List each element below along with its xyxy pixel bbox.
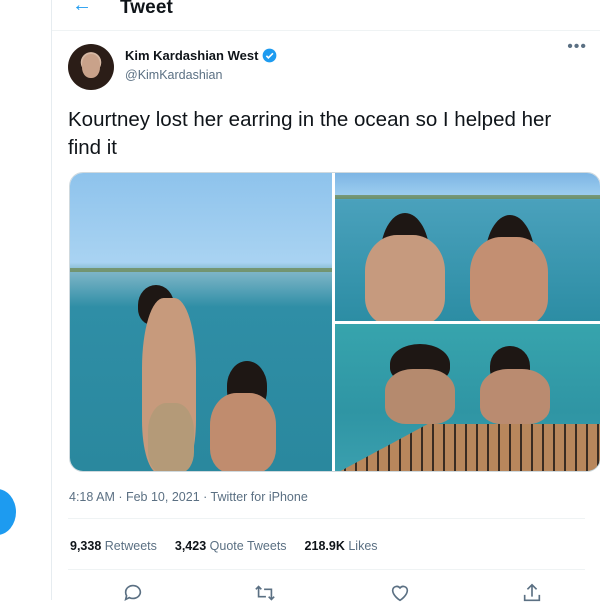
avatar[interactable] <box>68 44 114 90</box>
tweet-timestamp[interactable]: 4:18 AM · Feb 10, 2021 · Twitter for iPh… <box>69 490 308 504</box>
left-sidebar <box>0 0 50 600</box>
quote-tweets-stat[interactable]: 3,423 Quote Tweets <box>175 539 287 553</box>
tweet-photo-1[interactable] <box>70 173 332 471</box>
author-name[interactable]: Kim Kardashian West <box>125 48 258 63</box>
page-header: ← Tweet <box>52 0 600 31</box>
reply-icon[interactable] <box>122 582 144 604</box>
page-title: Tweet <box>120 0 173 18</box>
divider <box>68 518 585 519</box>
compose-tweet-button[interactable] <box>0 489 16 535</box>
figure-right <box>470 237 548 321</box>
tweet-stats: 9,338 Retweets 3,423 Quote Tweets 218.9K… <box>70 539 378 553</box>
divider <box>68 569 585 570</box>
tweet-actions <box>52 582 600 602</box>
tweet-media-grid <box>69 172 600 472</box>
author-name-row: Kim Kardashian West <box>125 48 277 63</box>
shoreline <box>70 268 332 272</box>
verified-badge-icon <box>263 48 277 63</box>
retweets-stat[interactable]: 9,338 Retweets <box>70 539 157 553</box>
avatar-face <box>82 54 100 78</box>
likes-stat[interactable]: 218.9K Likes <box>305 539 378 553</box>
quote-tweets-label: Quote Tweets <box>209 539 287 553</box>
shoreline <box>335 195 600 199</box>
retweets-count: 9,338 <box>70 539 102 553</box>
boat-deck <box>335 424 600 471</box>
figure-right <box>210 393 276 471</box>
more-icon[interactable]: ••• <box>567 38 587 56</box>
back-arrow-icon[interactable]: ← <box>72 0 92 17</box>
retweets-label: Retweets <box>104 539 157 553</box>
tweet-text: Kourtney lost her earring in the ocean s… <box>68 108 552 159</box>
retweet-icon[interactable] <box>254 582 276 604</box>
figure-left <box>385 369 455 424</box>
figure-left <box>365 235 445 321</box>
tweet-detail-column: ← Tweet Kim Kardashian West @KimKardashi… <box>51 0 600 602</box>
author-handle[interactable]: @KimKardashian <box>125 68 222 82</box>
figure-left-leggings <box>148 403 194 471</box>
tweet-photo-2[interactable] <box>335 173 600 321</box>
tweet-photo-3[interactable] <box>335 324 600 471</box>
share-icon[interactable] <box>521 582 543 604</box>
likes-label: Likes <box>348 539 378 553</box>
likes-count: 218.9K <box>304 539 345 553</box>
figure-right <box>480 369 550 424</box>
like-icon[interactable] <box>389 582 411 604</box>
quote-tweets-count: 3,423 <box>174 539 207 553</box>
